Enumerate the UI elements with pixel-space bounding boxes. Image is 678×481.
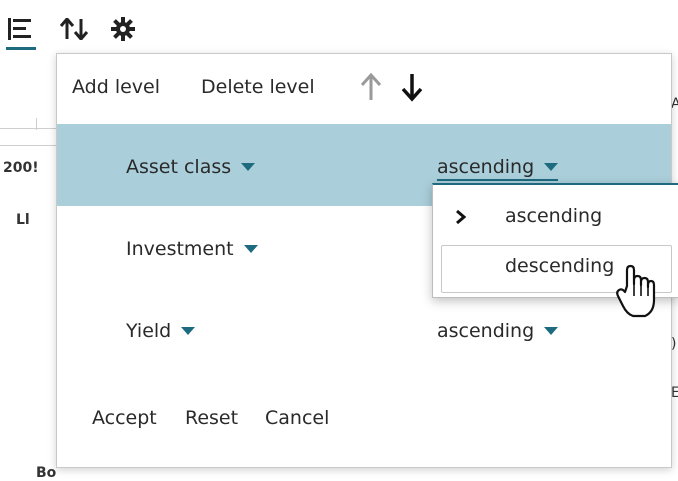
table-cell: Bo [36, 465, 57, 481]
dropdown-option-ascending[interactable]: ascending [433, 193, 678, 243]
order-label: ascending [437, 156, 535, 178]
sort-arrows-icon[interactable] [56, 14, 92, 44]
field-select[interactable]: Investment [126, 238, 258, 260]
panel-footer: Accept Reset Cancel [57, 379, 671, 467]
chevron-down-icon [243, 245, 258, 253]
option-label: descending [505, 255, 615, 277]
add-level-button[interactable]: Add level [72, 76, 160, 98]
field-select[interactable]: Asset class [126, 156, 256, 178]
sort-level-row[interactable]: Yield ascending [57, 288, 671, 370]
table-cell: E [671, 385, 678, 401]
chevron-down-icon [544, 327, 559, 335]
table-cell: Ll [16, 212, 30, 228]
table-divider [0, 145, 56, 146]
reset-button[interactable]: Reset [185, 407, 238, 429]
cancel-button[interactable]: Cancel [265, 407, 329, 429]
order-select[interactable]: ascending [437, 156, 559, 181]
field-label: Asset class [126, 156, 232, 178]
delete-level-button[interactable]: Delete level [201, 76, 315, 98]
order-label: ascending [437, 320, 535, 342]
chevron-down-icon [181, 327, 196, 335]
chevron-down-icon [544, 163, 559, 171]
arrow-up-icon[interactable] [358, 72, 384, 102]
chevron-right-icon [455, 209, 467, 229]
arrow-down-icon[interactable] [399, 72, 425, 102]
field-label: Yield [126, 320, 172, 342]
chevron-down-icon [241, 163, 256, 171]
gear-icon[interactable] [108, 14, 138, 44]
hand-cursor-icon [615, 264, 657, 320]
top-toolbar [0, 0, 678, 52]
table-divider [36, 118, 37, 130]
level-list-icon[interactable] [6, 14, 36, 50]
table-cell: A [671, 96, 678, 112]
field-select[interactable]: Yield [126, 320, 196, 342]
option-label: ascending [505, 205, 603, 227]
table-cell: 200! [3, 160, 39, 176]
table-divider [0, 128, 56, 129]
accept-button[interactable]: Accept [92, 407, 157, 429]
panel-toolbar: Add level Delete level [57, 54, 671, 120]
field-label: Investment [126, 238, 234, 260]
order-select[interactable]: ascending [437, 320, 559, 342]
